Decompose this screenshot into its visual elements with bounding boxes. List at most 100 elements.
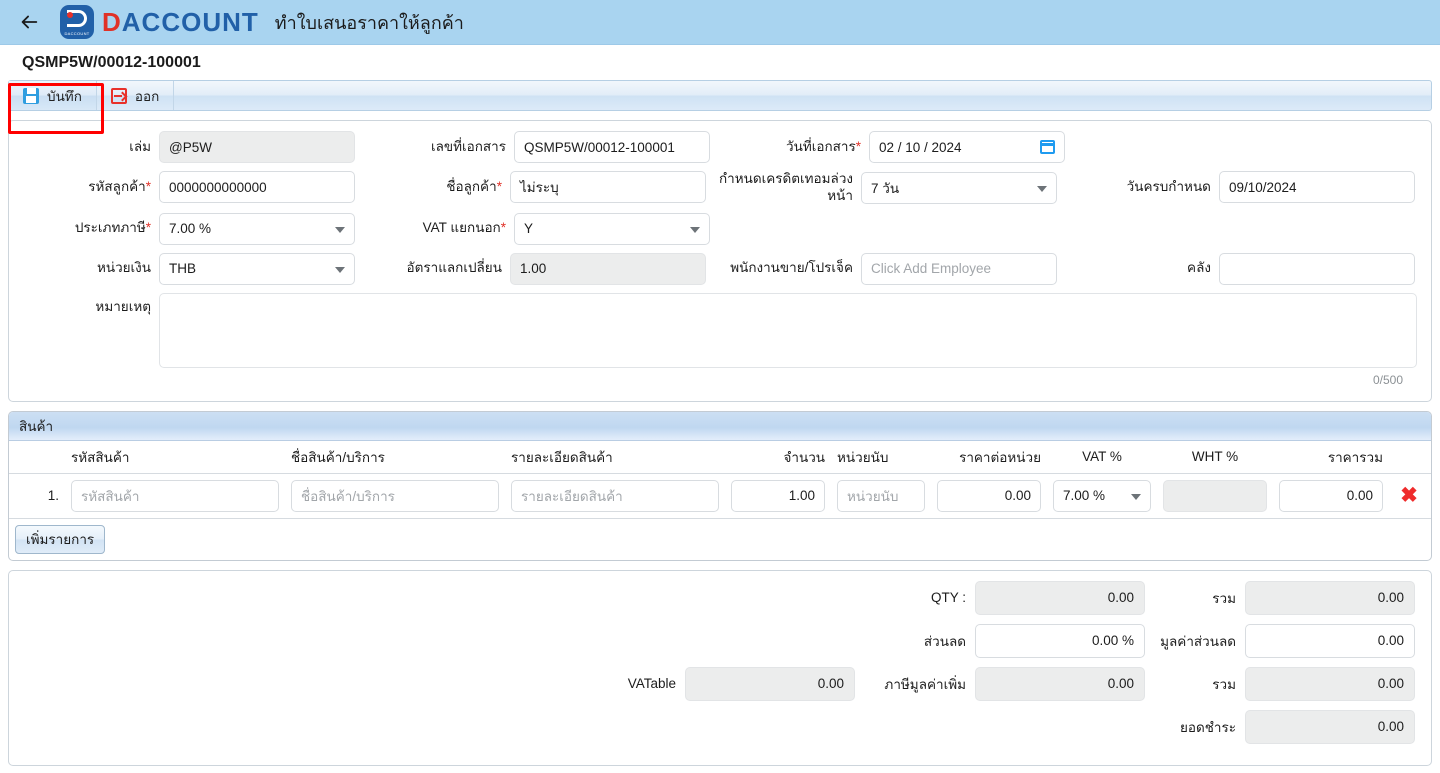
- col-vat: VAT %: [1082, 449, 1122, 465]
- col-product-name: ชื่อสินค้า/บริการ: [291, 449, 385, 465]
- credit-term-select[interactable]: 7 วัน: [861, 171, 1057, 204]
- customer-code-field[interactable]: 0000000000000: [159, 171, 355, 203]
- save-button[interactable]: บันทึก: [9, 81, 97, 110]
- discount-amount-label: มูลค่าส่วนลด: [1160, 633, 1236, 649]
- exit-button-label: ออก: [134, 88, 160, 104]
- customer-name-field[interactable]: ไม่ระบุ: [509, 171, 706, 203]
- items-panel: สินค้า รหัสสินค้า ชื่อสินค้า/บริการ รายล…: [8, 410, 1432, 561]
- col-qty: จำนวน: [783, 449, 825, 465]
- product-detail-input[interactable]: รายละเอียดสินค้า: [511, 479, 719, 512]
- col-unit-price: ราคาต่อหน่วย: [959, 449, 1041, 465]
- form-row-1: เล่ม @P5W เลขที่เอกสาร QSMP5W/00012-1000…: [9, 131, 1417, 163]
- employee-label: พนักงานขาย/โปรเจ็ค: [730, 260, 853, 276]
- wordmark-d: D: [102, 6, 122, 37]
- docno-label: เลขที่เอกสาร: [431, 138, 506, 154]
- row-number: 1.: [47, 488, 59, 504]
- vat-separate-value: Y: [524, 221, 534, 237]
- totals-row-vat: VATable 0.00 ภาษีมูลค่าเพิ่ม 0.00 รวม 0.…: [25, 666, 1415, 701]
- vat-separate-select[interactable]: Y: [514, 212, 710, 245]
- form-row-3: ประเภทภาษี* 7.00 % VAT แยกนอก* Y: [9, 212, 1417, 245]
- amount-input[interactable]: 0.00: [1279, 479, 1383, 512]
- vatable-label: VATable: [627, 676, 676, 692]
- currency-value: THB: [169, 261, 196, 277]
- credit-term-label: กำหนดเครดิตเทอมล่วงหน้า: [718, 171, 853, 203]
- tax-type-select[interactable]: 7.00 %: [159, 212, 355, 245]
- col-product-detail: รายละเอียดสินค้า: [511, 449, 613, 465]
- payment-field: 0.00: [1245, 709, 1415, 744]
- delete-row-icon[interactable]: ✖: [1395, 485, 1423, 506]
- custname-label: ชื่อลูกค้า*: [446, 178, 502, 194]
- col-product-code: รหัสสินค้า: [71, 449, 130, 465]
- document-number-bar: QSMP5W/00012-100001: [0, 45, 1440, 80]
- document-header-form: เล่ม @P5W เลขที่เอกสาร QSMP5W/00012-1000…: [8, 120, 1432, 402]
- page-title: ทำใบเสนอราคาให้ลูกค้า: [274, 12, 464, 33]
- save-button-label: บันทึก: [47, 88, 82, 104]
- chevron-down-icon: [335, 226, 345, 233]
- book-field: @P5W: [159, 131, 355, 163]
- discount-input[interactable]: 0.00 %: [975, 623, 1145, 658]
- vatout-label: VAT แยกนอก*: [422, 220, 506, 236]
- exchange-rate-field: 1.00: [509, 252, 706, 285]
- product-code-input[interactable]: รหัสสินค้า: [71, 479, 279, 512]
- table-row: 1. รหัสสินค้า ชื่อสินค้า/บริการ รายละเอี…: [9, 473, 1431, 519]
- totals-row-qty: QTY : 0.00 รวม 0.00: [25, 580, 1415, 615]
- arrow-left-icon: [21, 15, 38, 29]
- docno-field[interactable]: QSMP5W/00012-100001: [514, 131, 710, 163]
- totals-row-discount: ส่วนลด 0.00 % มูลค่าส่วนลด 0.00: [25, 623, 1415, 658]
- chevron-down-icon: [1037, 185, 1047, 192]
- docdate-value: 02 / 10 / 2024: [879, 139, 962, 155]
- chevron-down-icon: [1131, 493, 1141, 500]
- employee-field[interactable]: Click Add Employee: [861, 252, 1057, 285]
- docdate-field[interactable]: 02 / 10 / 2024: [869, 131, 1065, 163]
- vat-value: 7.00 %: [1063, 488, 1106, 504]
- unit-price-input[interactable]: 0.00: [937, 479, 1041, 512]
- back-button[interactable]: [14, 7, 44, 37]
- qty-total-field: 0.00: [975, 580, 1145, 615]
- product-name-input[interactable]: ชื่อสินค้า/บริการ: [291, 479, 499, 512]
- vatable-field: 0.00: [685, 666, 855, 701]
- app-header: DACCOUNT DACCOUNT ทำใบเสนอราคาให้ลูกค้า: [0, 0, 1440, 45]
- note-label: หมายเหตุ: [95, 298, 151, 314]
- form-row-2: รหัสลูกค้า* 0000000000000 ชื่อลูกค้า* ไม…: [9, 171, 1417, 205]
- note-char-counter: 0/500: [1372, 372, 1403, 387]
- items-table-header: รหัสสินค้า ชื่อสินค้า/บริการ รายละเอียดส…: [9, 440, 1431, 474]
- duedate-label: วันครบกำหนด: [1126, 178, 1211, 194]
- calendar-icon[interactable]: [1040, 140, 1055, 154]
- col-unit: หน่วยนับ: [837, 449, 889, 465]
- currency-select[interactable]: THB: [159, 252, 355, 285]
- wordmark-rest: ACCOUNT: [121, 6, 259, 37]
- taxtype-label: ประเภทภาษี*: [74, 220, 151, 236]
- exit-icon: [110, 87, 127, 104]
- qty-label: QTY :: [930, 590, 966, 606]
- totals-panel: QTY : 0.00 รวม 0.00 ส่วนลด 0.00 % มูลค่า…: [8, 569, 1432, 766]
- form-row-4: หน่วยเงิน THB อัตราแลกเปลี่ยน 1.00 พนักง…: [9, 252, 1417, 285]
- vat-select[interactable]: 7.00 %: [1053, 479, 1151, 512]
- warehouse-field[interactable]: [1218, 252, 1415, 285]
- col-wht: WHT %: [1191, 449, 1239, 465]
- chevron-down-icon: [690, 226, 700, 233]
- sum2-label: รวม: [1212, 676, 1236, 692]
- vat-amount-label: ภาษีมูลค่าเพิ่ม: [884, 676, 966, 692]
- daccount-logo-icon: DACCOUNT: [60, 5, 94, 39]
- exchange-rate-label: อัตราแลกเปลี่ยน: [406, 260, 502, 276]
- daccount-wordmark: DACCOUNT: [102, 7, 259, 38]
- toolbar: บันทึก ออก: [8, 80, 1432, 111]
- quantity-input[interactable]: 1.00: [731, 479, 825, 512]
- payment-label: ยอดชำระ: [1179, 719, 1236, 735]
- unit-input[interactable]: หน่วยนับ: [837, 479, 925, 512]
- add-item-button[interactable]: เพิ่มรายการ: [15, 524, 106, 554]
- totals-row-payment: ยอดชำระ 0.00: [25, 709, 1415, 744]
- items-section-title: สินค้า: [9, 411, 1431, 441]
- vat-amount-field: 0.00: [975, 666, 1145, 701]
- currency-label: หน่วยเงิน: [96, 260, 151, 276]
- discount-amount-input[interactable]: 0.00: [1245, 623, 1415, 658]
- docdate-label: วันที่เอกสาร*: [786, 138, 861, 154]
- credit-term-value: 7 วัน: [871, 180, 900, 196]
- note-textarea[interactable]: [159, 292, 1417, 368]
- chevron-down-icon: [335, 266, 345, 273]
- col-amount: ราคารวม: [1327, 449, 1383, 465]
- sum1-field: 0.00: [1245, 580, 1415, 615]
- duedate-field[interactable]: 09/10/2024: [1218, 171, 1415, 203]
- exit-button[interactable]: ออก: [97, 81, 175, 110]
- document-number: QSMP5W/00012-100001: [22, 53, 201, 71]
